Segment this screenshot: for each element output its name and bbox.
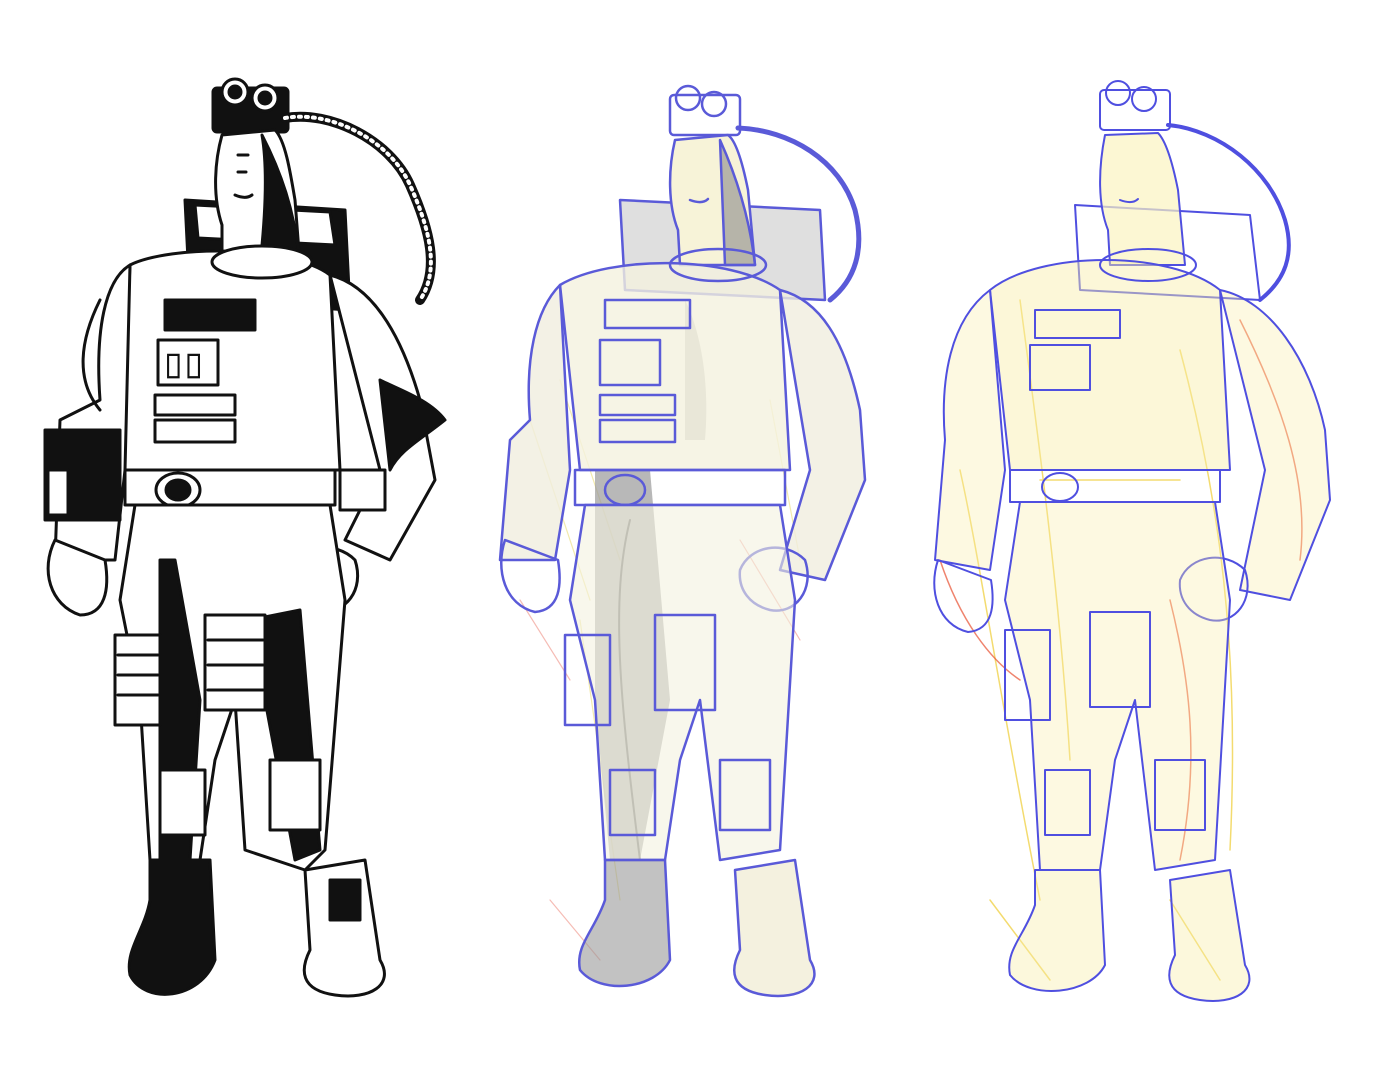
rough-panel — [920, 0, 1380, 1080]
rough-construction-drawing — [933, 80, 1331, 1002]
goggles — [211, 77, 290, 134]
sketch-panel — [470, 0, 920, 1080]
svg-text:⌷⌷: ⌷⌷ — [163, 348, 204, 386]
ink-panel: ⌷⌷ — [0, 0, 470, 1080]
shaded-sketch-drawing — [498, 84, 867, 998]
inked-astronaut-drawing: ⌷⌷ — [43, 77, 447, 998]
left-boot — [127, 858, 217, 996]
